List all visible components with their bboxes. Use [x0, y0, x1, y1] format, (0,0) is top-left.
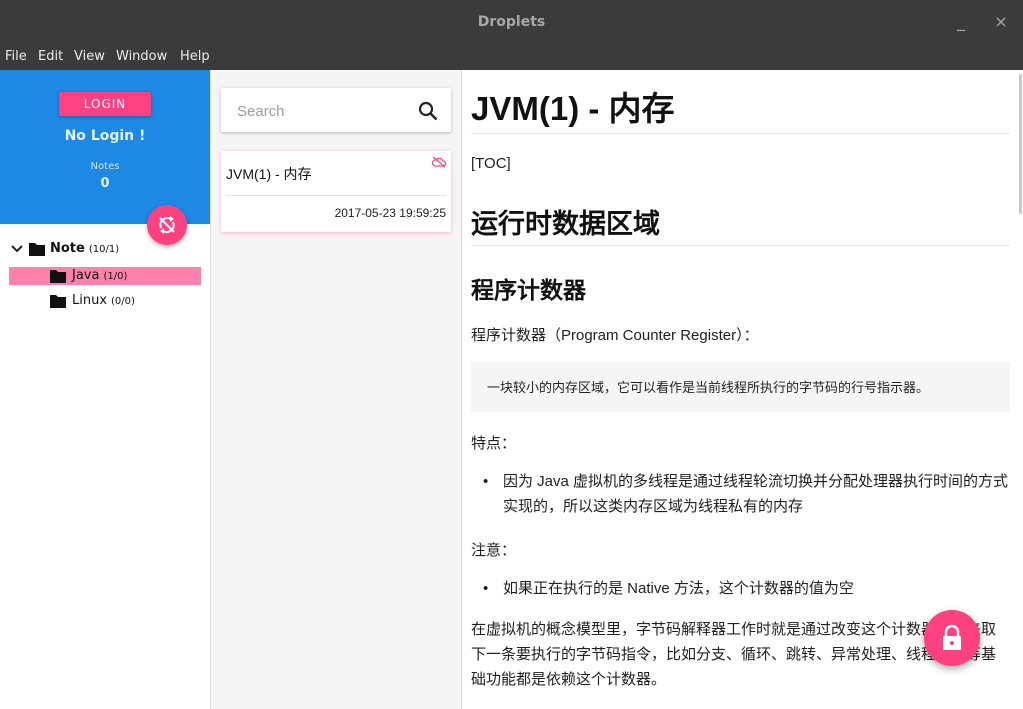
menu-view[interactable]: View [74, 49, 105, 64]
minimize-button[interactable]: _ [951, 12, 971, 32]
divider [471, 245, 1010, 246]
menu-file[interactable]: File [5, 49, 27, 64]
note-card[interactable]: JVM(1) - 内存 2017-05-23 19:59:25 [221, 151, 451, 232]
doc-heading-3: 程序计数器 [471, 277, 586, 303]
folder-icon [50, 270, 66, 283]
profile-panel: LOGIN No Login ! Notes 0 [0, 70, 210, 224]
scrollbar[interactable] [1019, 74, 1022, 214]
list-item: 如果正在执行的是 Native 方法，这个计数器的值为空 [483, 576, 1013, 601]
doc-heading-1: JVM(1) - 内存 [471, 90, 675, 127]
lock-button[interactable] [924, 610, 980, 666]
folder-icon [50, 295, 66, 308]
tree-item-note[interactable]: Note (10/1) [10, 240, 200, 258]
chevron-down-icon[interactable] [10, 242, 24, 256]
tree-label: Linux [72, 293, 108, 308]
sidebar: LOGIN No Login ! Notes 0 Note (10/1) Jav… [0, 70, 211, 709]
divider [471, 133, 1010, 134]
tree-item-linux[interactable]: Linux (0/0) [9, 292, 201, 310]
paragraph: 程序计数器（Program Counter Register）： [471, 327, 759, 344]
tree-count: (1/0) [103, 271, 128, 282]
tree-label: Java [72, 268, 100, 283]
sync-disabled-icon [159, 216, 175, 234]
blockquote-text: 一块较小的内存区域，它可以看作是当前线程所执行的字节码的行号指示器。 [487, 380, 930, 395]
toc-marker: [TOC] [471, 155, 511, 172]
notes-label: Notes [90, 161, 120, 172]
lock-icon [943, 624, 961, 650]
tree-label: Note [50, 241, 85, 256]
search-input[interactable] [235, 100, 409, 122]
notes-count: 0 [100, 176, 110, 191]
menu-window[interactable]: Window [116, 49, 167, 64]
menu-bar: File Edit View Window Help [0, 46, 1023, 70]
sync-disabled-button[interactable] [147, 205, 187, 245]
note-card-divider [226, 195, 446, 196]
cloud-off-icon [432, 156, 446, 168]
window-title: Droplets [477, 14, 546, 30]
note-title: JVM(1) - 内存 [226, 166, 312, 182]
doc-heading-2: 运行时数据区域 [471, 209, 660, 239]
note-list-pane: JVM(1) - 内存 2017-05-23 19:59:25 [211, 70, 462, 709]
blockquote: 一块较小的内存区域，它可以看作是当前线程所执行的字节码的行号指示器。 [471, 362, 1010, 412]
tree-count: (0/0) [111, 296, 135, 307]
close-button[interactable]: × [991, 12, 1011, 32]
search-box [221, 88, 451, 132]
login-status: No Login ! [64, 128, 146, 144]
paragraph: 注意： [471, 542, 517, 559]
paragraph: 特点： [471, 435, 517, 452]
note-date: 2017-05-23 19:59:25 [334, 206, 446, 220]
menu-help[interactable]: Help [180, 49, 210, 64]
login-button[interactable]: LOGIN [59, 92, 151, 116]
menu-edit[interactable]: Edit [38, 49, 63, 64]
title-bar: Droplets _ × [0, 0, 1023, 46]
tree-item-java[interactable]: Java (1/0) [9, 267, 201, 285]
search-icon[interactable] [417, 100, 439, 122]
folder-icon [29, 243, 45, 256]
list-item: 因为 Java 虚拟机的多线程是通过线程轮流切换并分配处理器执行时间的方式实现的… [483, 469, 1013, 519]
tree-count: (10/1) [88, 244, 120, 255]
